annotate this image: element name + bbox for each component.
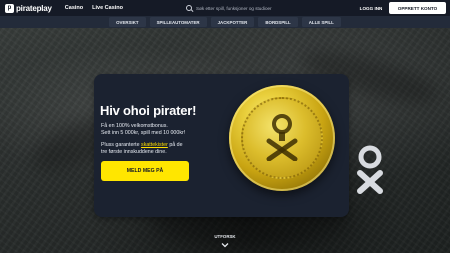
promo-line-1: Få en 100% velkomstbonus. [101, 123, 168, 129]
promo-line-3: Pluss garanterte skattekister på de [101, 142, 183, 149]
category-slots[interactable]: SPILLEAUTOMATER [149, 17, 207, 27]
promo-title: Hiv ohoi pirater! [100, 103, 197, 118]
sign-up-button[interactable]: MELD MEG PÅ [101, 161, 189, 181]
logo-text: pirateplay [16, 3, 52, 13]
treasure-chest-link[interactable]: skattekister [141, 142, 168, 148]
promo-line-3-pre: Pluss garanterte [101, 142, 142, 148]
search-input[interactable] [196, 5, 321, 11]
top-navigation-bar: p pirateplay Casino Live Casino LOGG INN… [0, 0, 450, 16]
top-nav: Casino Live Casino [65, 5, 132, 11]
search-bar[interactable] [186, 3, 326, 13]
promo-line-3-post: på de [167, 142, 183, 148]
gold-coin-image [229, 85, 335, 191]
register-button[interactable]: OPPRETT KONTO [389, 2, 446, 14]
category-bar: OVERSIKT SPILLEAUTOMATER JACKPOTTER BORD… [0, 16, 450, 28]
promo-line-2: Sett inn 5 000kr, spill med 10 000kr! [101, 130, 186, 136]
brand-logo[interactable]: p pirateplay [5, 3, 52, 13]
login-button[interactable]: LOGG INN [352, 2, 390, 14]
side-brand-mark-icon [357, 145, 383, 194]
coin-logo-icon [266, 114, 298, 161]
nav-live-casino[interactable]: Live Casino [92, 5, 123, 11]
explore-label[interactable]: UTFORSK [210, 234, 240, 239]
category-overview[interactable]: OVERSIKT [109, 17, 146, 27]
promo-line-4: tre første innskuddene dine. [101, 149, 167, 155]
category-table-games[interactable]: BORDSPILL [258, 17, 298, 27]
search-icon [186, 4, 193, 12]
category-all-games[interactable]: ALLE SPILL [301, 17, 341, 27]
category-jackpots[interactable]: JACKPOTTER [210, 17, 255, 27]
chevron-down-icon[interactable] [221, 241, 229, 249]
logo-icon: p [5, 3, 14, 13]
nav-casino[interactable]: Casino [65, 5, 83, 11]
